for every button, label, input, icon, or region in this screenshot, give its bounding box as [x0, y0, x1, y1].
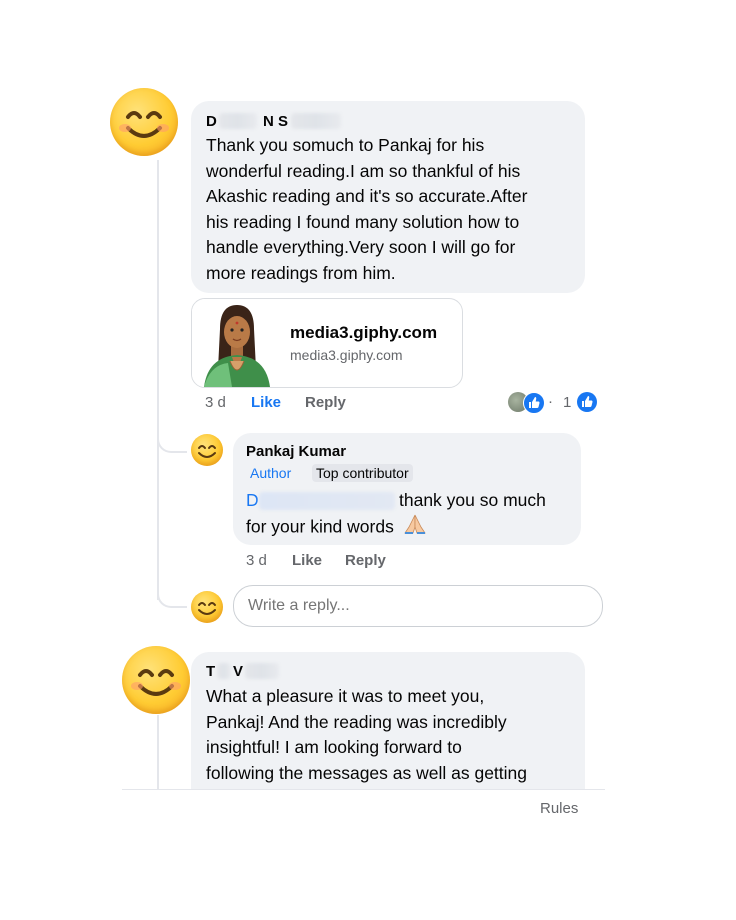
thread-connector	[157, 425, 187, 453]
thread-connector	[157, 580, 187, 608]
thread-line	[157, 715, 159, 790]
comment-bubble: T V What a pleasure it was to meet you, …	[191, 652, 585, 792]
rules-link[interactable]: Rules	[540, 800, 578, 817]
comment-text-line: What a pleasure it was to meet you,	[206, 686, 485, 706]
comment-text-line: more readings from him.	[206, 262, 396, 283]
author-badge: Author	[250, 465, 292, 481]
reply-time[interactable]: 3 d	[246, 552, 267, 569]
redacted-name	[245, 663, 279, 679]
footer-area	[0, 790, 736, 920]
like-button[interactable]: Like	[251, 394, 281, 411]
comment-text-line: Akashic reading and it's so accurate.Aft…	[206, 186, 528, 206]
reply-button[interactable]: Reply	[305, 394, 346, 411]
redacted-name	[217, 663, 231, 679]
smiley-emoji-avatar[interactable]	[191, 434, 223, 466]
smiley-emoji-avatar[interactable]	[122, 646, 190, 714]
redacted-name	[291, 113, 341, 129]
link-preview-card[interactable]: media3.giphy.com media3.giphy.com	[191, 298, 463, 388]
reply-text-line: for your kind words	[246, 513, 427, 543]
comment-text-line: wonderful reading.I am so thankful of hi…	[206, 160, 521, 181]
comment-author[interactable]: D	[206, 113, 217, 130]
link-title[interactable]: media3.giphy.com	[290, 323, 437, 343]
reply-reply-button[interactable]: Reply	[345, 552, 386, 569]
reply-text-line: thank you so much	[399, 490, 546, 510]
like-icon	[523, 392, 545, 414]
smiley-emoji-avatar[interactable]	[110, 88, 178, 156]
reaction-separator: ·	[548, 393, 553, 410]
giphy-avatar	[192, 299, 280, 387]
comment-author[interactable]: T	[206, 663, 215, 680]
reaction-count: 1	[563, 394, 572, 411]
author-name-part[interactable]: D	[206, 113, 217, 130]
comment-text-line: handle everything.Very soon I will go fo…	[206, 237, 516, 257]
reactions[interactable]: · 1	[508, 391, 603, 415]
author-name-part[interactable]: N S	[263, 113, 288, 130]
smiley-emoji-avatar	[191, 591, 223, 623]
author-name-part[interactable]: V	[233, 663, 243, 680]
comment-text-line: his reading I found many solution how to	[206, 211, 520, 232]
reply-text: for your kind words	[246, 516, 394, 537]
reply-bubble: Pankaj Kumar Author Top contributor D th…	[233, 433, 581, 545]
reply-input[interactable]	[233, 585, 603, 627]
reply-author[interactable]: Pankaj Kumar	[246, 443, 346, 460]
comment-text-line: Pankaj! And the reading was incredibly	[206, 711, 507, 732]
praying-hands-icon	[403, 513, 427, 543]
comment-time[interactable]: 3 d	[205, 394, 226, 411]
reply-like-button[interactable]: Like	[292, 552, 322, 569]
top-contributor-badge: Top contributor	[312, 464, 413, 482]
redacted-mention	[259, 492, 395, 510]
comment-text-line: following the messages as well as gettin…	[206, 762, 528, 783]
like-icon	[577, 392, 597, 412]
comment-text: Thank you somuch to Pankaj for his wonde…	[206, 133, 581, 286]
comment-bubble: D N S Thank you somuch to Pankaj for his…	[191, 101, 585, 293]
thread-line	[157, 160, 159, 600]
comment-text: What a pleasure it was to meet you, Pank…	[206, 684, 581, 786]
redacted-name	[219, 113, 257, 129]
comment-text-line: Thank you somuch to Pankaj for his	[206, 135, 485, 155]
link-domain: media3.giphy.com	[290, 347, 403, 363]
mention-link[interactable]: D	[246, 488, 259, 514]
comment-text-line: insightful! I am looking forward to	[206, 737, 462, 757]
